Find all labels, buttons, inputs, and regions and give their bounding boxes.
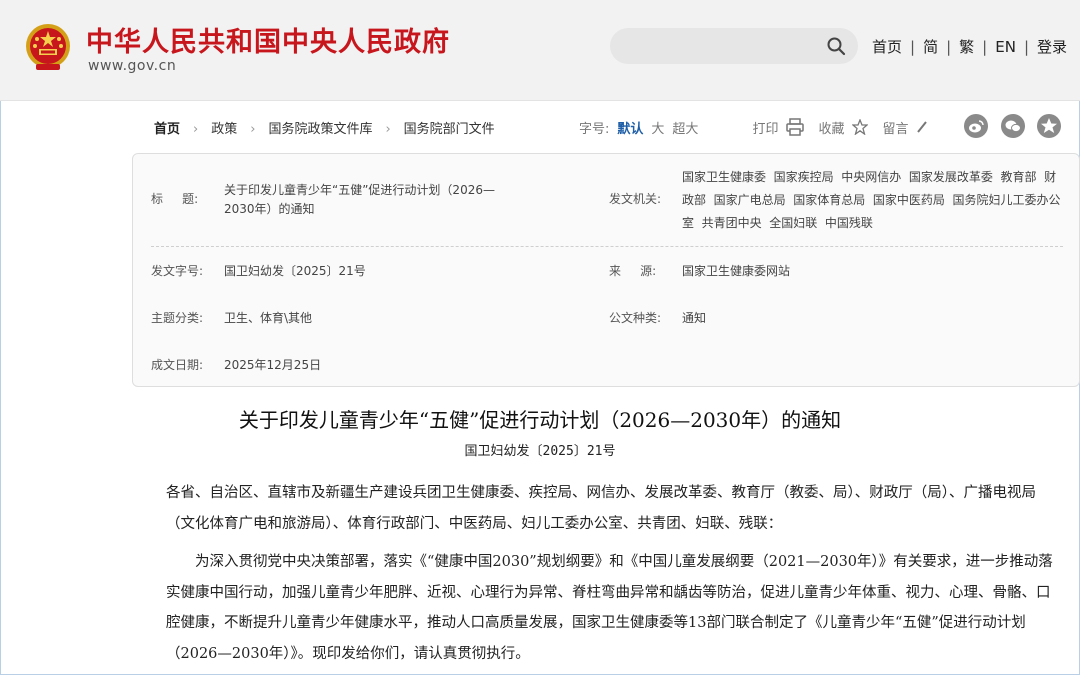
simplified-link[interactable]: 简 xyxy=(923,38,938,56)
title-label: 标 题: xyxy=(151,192,199,206)
breadcrumb-policy[interactable]: 政策 xyxy=(211,122,237,137)
login-link[interactable]: 登录 xyxy=(1037,38,1067,56)
weibo-icon[interactable] xyxy=(964,114,988,138)
traditional-link[interactable]: 繁 xyxy=(959,38,974,56)
article-doc-number: 国卫妇幼发〔2025〕21号 xyxy=(464,444,616,459)
font-xlarge-button[interactable]: 超大 xyxy=(672,118,698,137)
type-label: 公文种类: xyxy=(609,311,662,325)
title-value: 关于印发儿童青少年“五健”促进行动计划（2026—2030年）的通知 xyxy=(224,183,495,216)
font-large-button[interactable]: 大 xyxy=(651,118,664,137)
row-divider xyxy=(151,246,1063,247)
national-emblem-icon[interactable] xyxy=(24,22,72,74)
divider: | xyxy=(910,38,916,56)
chevron-right-icon: › xyxy=(193,122,199,137)
topic-value: 卫生、体育\其他 xyxy=(224,311,313,325)
print-button[interactable]: 打印 xyxy=(752,118,778,137)
document-info-table: 标 题: 关于印发儿童青少年“五健”促进行动计划（2026—2030年）的通知 … xyxy=(132,153,1080,387)
search-icon[interactable] xyxy=(826,36,846,56)
divider: | xyxy=(1023,38,1029,56)
divider: | xyxy=(946,38,952,56)
search-input[interactable] xyxy=(610,28,858,64)
breadcrumb-home[interactable]: 首页 xyxy=(154,122,180,137)
issuer-value: 国家卫生健康委 国家疾控局 中央网信办 国家发展改革委 教育部 财政部 国家广电… xyxy=(682,170,1061,230)
comment-button[interactable]: 留言 xyxy=(882,118,908,137)
breadcrumb-dept-docs[interactable]: 国务院部门文件 xyxy=(404,122,495,137)
source-value: 国家卫生健康委网站 xyxy=(682,264,791,278)
divider: | xyxy=(982,38,988,56)
topic-label: 主题分类: xyxy=(151,311,204,325)
docno-value: 国卫妇幼发〔2025〕21号 xyxy=(224,264,366,278)
article-toolbar: 字号: 默认 大 超大 打印 收藏 留言 xyxy=(579,114,928,140)
issuer-label: 发文机关: xyxy=(609,192,662,206)
site-header: 中华人民共和国中央人民政府 www.gov.cn 首页 | 简 | 繁 | EN | 登录 xyxy=(0,0,1080,101)
chevron-right-icon: › xyxy=(385,122,391,137)
font-size-label: 字号: xyxy=(579,121,610,137)
site-url[interactable]: www.gov.cn xyxy=(88,58,176,74)
english-link[interactable]: EN xyxy=(995,38,1016,56)
pencil-icon[interactable] xyxy=(916,120,928,134)
home-link[interactable]: 首页 xyxy=(872,38,902,56)
site-title[interactable]: 中华人民共和国中央人民政府 xyxy=(86,20,450,59)
breadcrumb-policy-library[interactable]: 国务院政策文件库 xyxy=(268,122,372,137)
favorite-button[interactable]: 收藏 xyxy=(818,118,844,137)
date-label: 成文日期: xyxy=(151,358,204,372)
article-recipients: 各省、自治区、直辖市及新疆生产建设兵团卫生健康委、疾控局、网信办、发展改革委、教… xyxy=(166,485,1036,532)
star-icon[interactable] xyxy=(852,119,869,135)
qzone-icon[interactable] xyxy=(1037,114,1061,138)
source-label: 来 源: xyxy=(609,264,657,278)
wechat-icon[interactable] xyxy=(1001,114,1025,138)
article-body-paragraph: 为深入贯彻党中央决策部署，落实《“健康中国2030”规划纲要》和《中国儿童发展纲… xyxy=(166,554,1053,662)
type-value: 通知 xyxy=(682,311,707,325)
article-title: 关于印发儿童青少年“五健”促进行动计划（2026—2030年）的通知 xyxy=(238,408,842,432)
docno-label: 发文字号: xyxy=(151,264,204,278)
breadcrumb: 首页 › 政策 › 国务院政策文件库 › 国务院部门文件 xyxy=(154,118,495,137)
printer-icon[interactable] xyxy=(786,118,805,136)
date-value: 2025年12月25日 xyxy=(224,358,322,372)
chevron-right-icon: › xyxy=(250,122,256,137)
font-default-button[interactable]: 默认 xyxy=(617,118,643,137)
top-links: 首页 | 简 | 繁 | EN | 登录 xyxy=(872,36,1067,57)
